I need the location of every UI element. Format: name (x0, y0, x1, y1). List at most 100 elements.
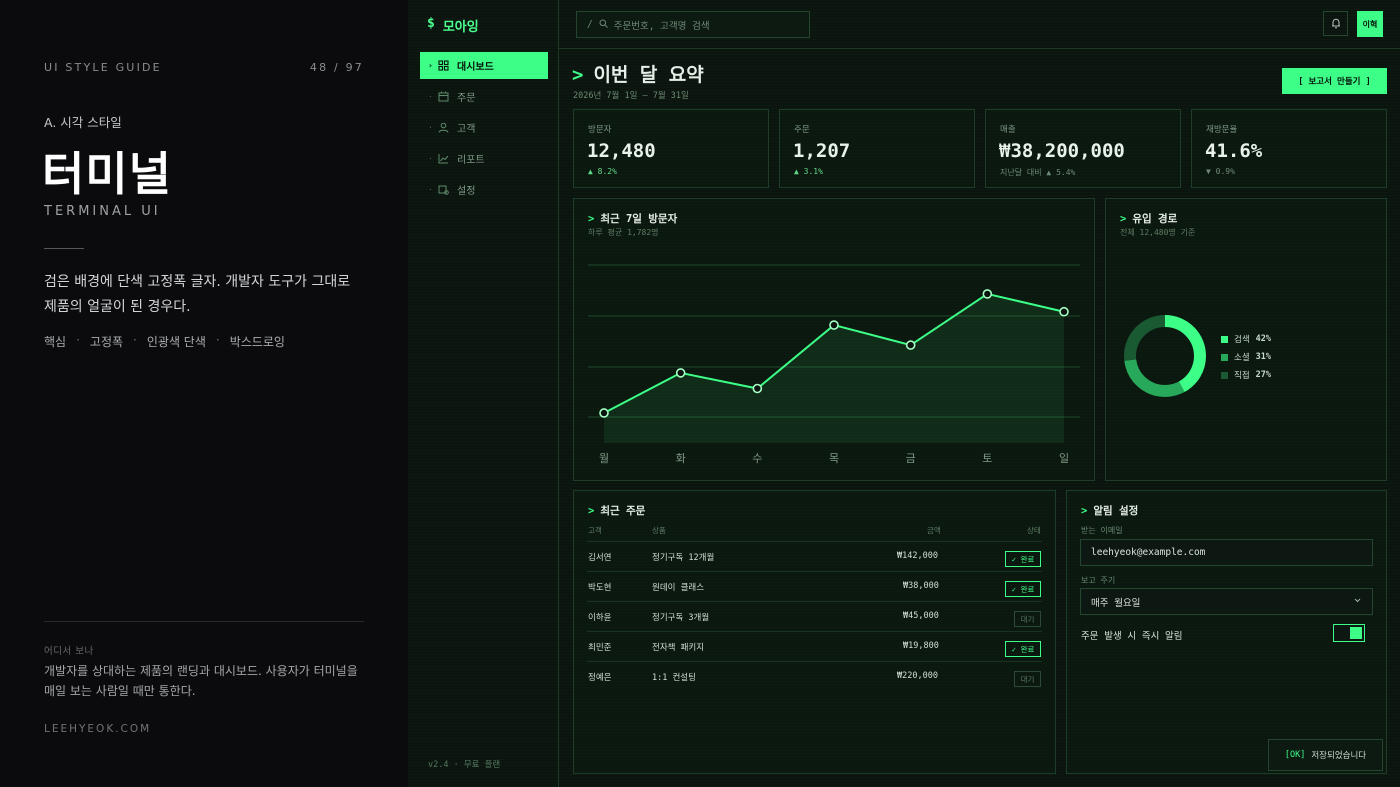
toast-tag: [OK] (1284, 750, 1306, 760)
grid-icon (438, 60, 449, 71)
legend-item: 소셜 31% (1221, 351, 1271, 363)
brand[interactable]: $ 모아잉 (427, 16, 479, 35)
data-point (982, 289, 993, 299)
order-customer: 최민준 (588, 643, 612, 653)
guide-rule (44, 248, 84, 249)
guide-description: 검은 배경에 단색 고정폭 글자. 개발자 도구가 그대로 제품의 얼굴이 된 … (44, 274, 351, 315)
top-bar: / 주문번호, 고객명 검색 이혁 (559, 0, 1400, 49)
data-point (829, 320, 839, 330)
sidebar-item-label: 대시보드 (457, 62, 494, 73)
legend-item: 직접 27% (1221, 369, 1271, 381)
channels-chart-panel: > 유입 경로 전체 12,480명 기준 검색 42% 소셜 31% 직접 27… (1105, 198, 1387, 481)
kpi-card-orders: 주문 1,207 ▲ 3.1% (779, 109, 975, 188)
guide-section: A. 시각 스타일 (44, 115, 122, 130)
instant-alert-toggle[interactable] (1333, 624, 1365, 642)
kpi-label: 주문 (794, 125, 810, 135)
legend-item: 검색 42% (1221, 333, 1271, 345)
calendar-icon (438, 91, 449, 102)
x-tick-label: 수 (752, 452, 762, 465)
panel-title: > 유입 경로 (1120, 211, 1177, 226)
data-point (675, 368, 686, 378)
guide-subtitle: TERMINAL UI (44, 204, 161, 219)
sidebar-nav: › 대시보드 · 주문 · 고객 · 리포트 · 설정 (420, 52, 548, 207)
order-customer: 이하윤 (588, 613, 612, 623)
email-field-label: 받는 이메일 (1081, 526, 1123, 535)
sidebar: $ 모아잉 › 대시보드 · 주문 · 고객 · 리포트 · 설정 v2.4 ·… (408, 0, 559, 787)
report-cycle-select[interactable]: 매주 월요일 (1080, 588, 1373, 615)
save-toast: [OK] 저장되었습니다 (1268, 739, 1383, 771)
toggle-knob (1350, 627, 1362, 639)
order-product: 1:1 컨설팅 (652, 673, 696, 683)
legend-label: 직접 (1234, 371, 1250, 381)
sidebar-item-label: 고객 (457, 124, 476, 135)
order-amount: ₩45,000 (903, 611, 939, 621)
instant-alert-label: 주문 발생 시 즉시 알림 (1081, 631, 1183, 642)
panel-title: > 알림 설정 (1081, 503, 1138, 518)
chart-icon (438, 153, 449, 164)
sidebar-item-label: 설정 (457, 186, 476, 197)
table-row[interactable]: 정예은 1:1 컨설팅 ₩220,000 대기 (587, 661, 1042, 691)
kpi-delta: 지난달 대비 ▲ 5.4% (1000, 168, 1076, 177)
order-product: 전자책 패키지 (652, 643, 705, 653)
guide-label: UI STYLE GUIDE (44, 61, 162, 74)
status-badge: 대기 (1014, 611, 1041, 627)
kpi-label: 방문자 (588, 125, 612, 135)
notifications-button[interactable] (1323, 11, 1348, 36)
x-tick-label: 월 (599, 452, 609, 465)
page-title: > 이번 달 요약 (572, 60, 704, 87)
kpi-delta: ▲ 8.2% (588, 167, 617, 176)
status-badge: ✓ 완료 (1005, 581, 1041, 597)
table-row[interactable]: 이하윤 정기구독 3개월 ₩45,000 대기 (587, 601, 1042, 631)
sidebar-item-reports[interactable]: · 리포트 (420, 145, 548, 172)
channels-donut-chart (1124, 315, 1206, 397)
column-header-status: 상태 (1027, 526, 1041, 535)
guide-title: 터미널 (42, 147, 172, 201)
email-field[interactable]: leehyeok@example.com (1080, 539, 1373, 566)
guide-where-label: 어디서 보나 (44, 646, 94, 657)
date-range: 2026년 7월 1일 — 7월 31일 (573, 91, 689, 101)
nav-bullet: · (428, 154, 433, 163)
order-amount: ₩142,000 (897, 551, 938, 561)
order-product: 원데이 클래스 (652, 583, 705, 593)
cycle-field-label: 보고 주기 (1081, 576, 1116, 585)
nav-bullet: · (428, 185, 433, 194)
guide-page-counter: 48 / 97 (309, 61, 364, 74)
chevron-down-icon (1353, 596, 1362, 608)
create-report-button[interactable]: [ 보고서 만들기 ] (1282, 68, 1387, 94)
visitors-chart-panel: > 최근 7일 방문자 하루 평균 1,782명 월화수목금토일 (573, 198, 1095, 481)
kpi-card-visitors: 방문자 12,480 ▲ 8.2% (573, 109, 769, 188)
table-row[interactable]: 김서연 정기구독 12개월 ₩142,000 ✓ 완료 (587, 541, 1042, 571)
kpi-value: 12,480 (587, 140, 656, 162)
table-row[interactable]: 최민준 전자책 패키지 ₩19,800 ✓ 완료 (587, 631, 1042, 661)
search-icon (599, 19, 608, 31)
guide-tag: 박스드로잉 (229, 335, 285, 349)
order-customer: 박도현 (588, 583, 612, 593)
kpi-delta: ▼ 0.9% (1206, 167, 1235, 176)
tag-separator: · (215, 333, 220, 347)
legend-label: 검색 (1234, 335, 1250, 345)
data-point (599, 408, 609, 418)
dashboard-app: $ 모아잉 › 대시보드 · 주문 · 고객 · 리포트 · 설정 v2.4 ·… (408, 0, 1400, 787)
legend-value: 31% (1255, 352, 1271, 362)
guide-header: UI STYLE GUIDE 48 / 97 (44, 61, 364, 74)
sidebar-item-customers[interactable]: · 고객 (420, 114, 548, 141)
sidebar-item-dashboard[interactable]: › 대시보드 (420, 52, 548, 79)
user-icon (438, 122, 449, 133)
kpi-value: ₩38,200,000 (999, 140, 1125, 162)
panel-title-text: 유입 경로 (1132, 213, 1178, 225)
x-tick-label: 일 (1059, 451, 1069, 465)
x-tick-label: 토 (982, 452, 992, 465)
table-row[interactable]: 박도현 원데이 클래스 ₩38,000 ✓ 완료 (587, 571, 1042, 601)
guide-tag: 핵심 (44, 335, 67, 349)
order-customer: 김서연 (588, 553, 612, 563)
avatar[interactable]: 이혁 (1357, 11, 1383, 37)
prompt-glyph: > (588, 505, 595, 517)
column-header-amount: 금액 (927, 526, 941, 535)
kpi-label: 재방문율 (1206, 125, 1238, 135)
sidebar-item-orders[interactable]: · 주문 (420, 83, 548, 110)
search-input[interactable]: / 주문번호, 고객명 검색 (576, 11, 810, 38)
guide-tag: 고정폭 (89, 335, 124, 349)
data-point (905, 340, 916, 350)
alert-settings-panel: > 알림 설정 받는 이메일 leehyeok@example.com 보고 주기… (1066, 490, 1387, 774)
sidebar-item-settings[interactable]: · 설정 (420, 176, 548, 203)
